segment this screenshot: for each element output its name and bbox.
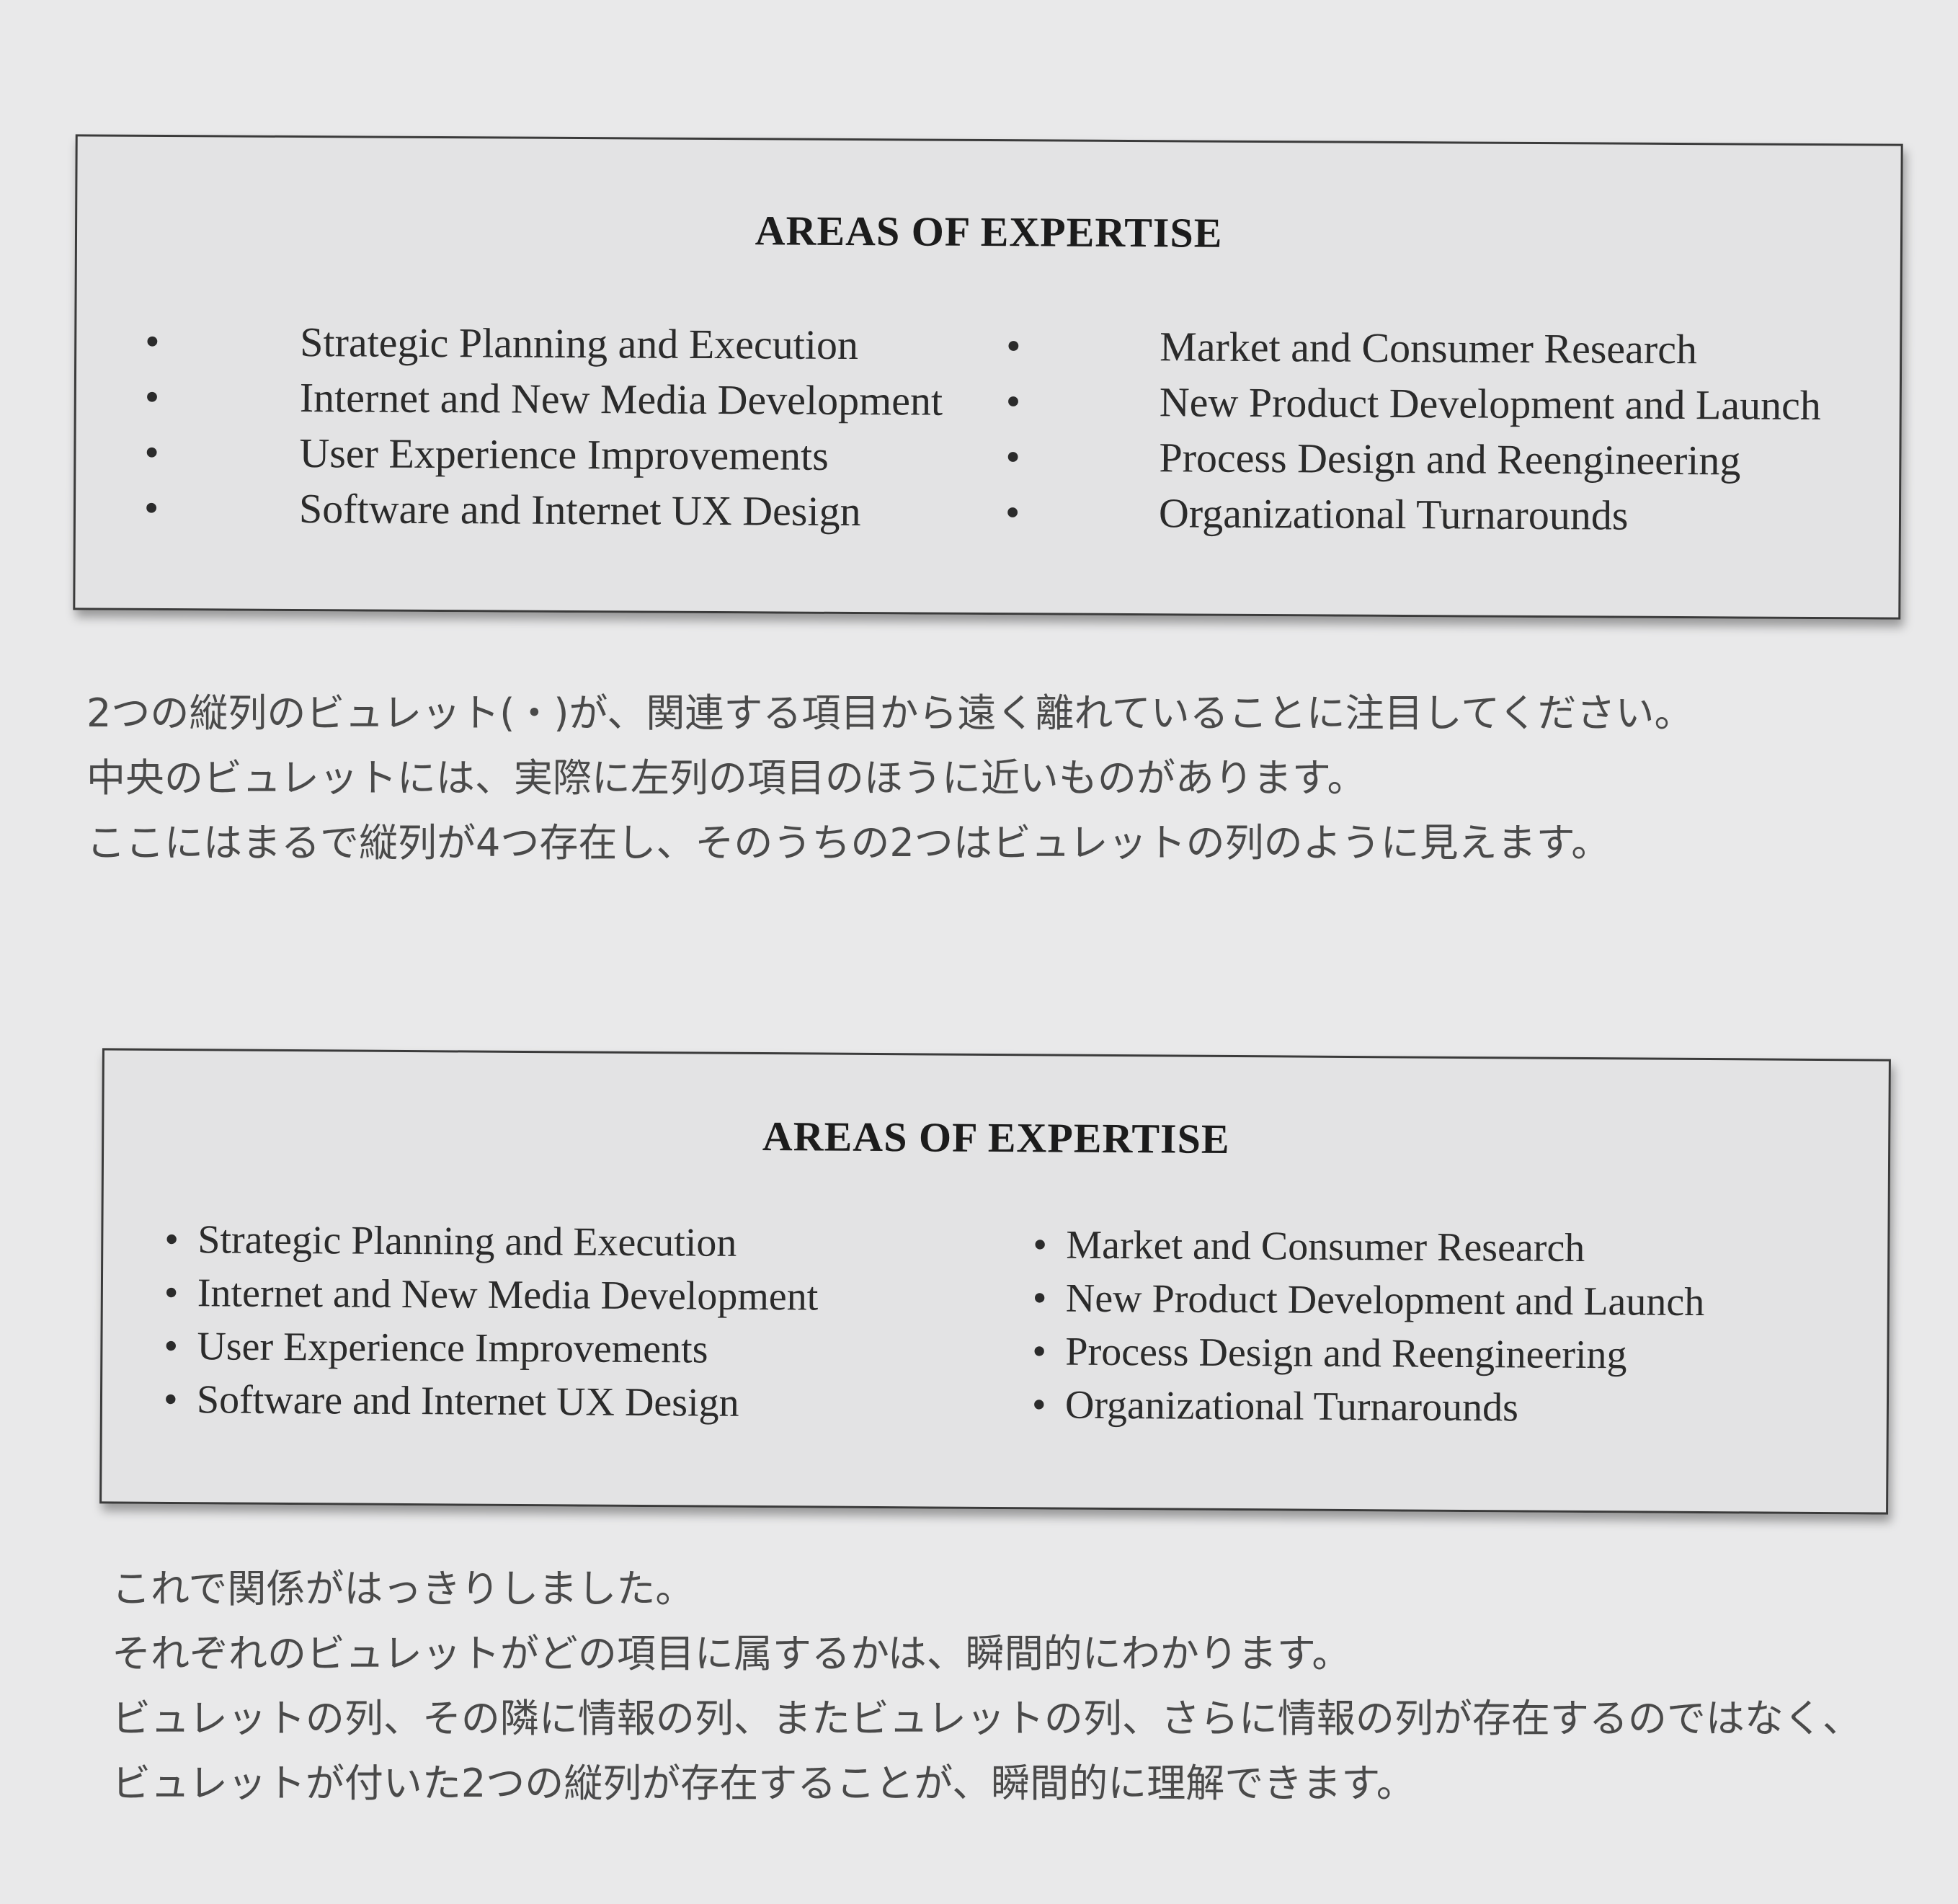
list-item: • Strategic Planning and Execution — [164, 1213, 819, 1271]
caption-line: ビュレットの列、その隣に情報の列、またビュレットの列、さらに情報の列が存在するの… — [112, 1696, 1861, 1741]
list-item: • Market and Consumer Research — [1006, 318, 1821, 378]
caption-before: 2つの縦列のビュレット(・)が、関連する項目から遠く離れていることに注目してくだ… — [86, 681, 1693, 876]
bullet-icon: • — [1005, 378, 1021, 425]
bullet-icon: • — [163, 1376, 178, 1423]
bullet-icon: • — [144, 428, 159, 476]
list-item: • Organizational Turnarounds — [1005, 484, 1820, 544]
bullet-icon: • — [1005, 489, 1020, 536]
caption-line: ビュレットが付いた2つの縦列が存在することが、瞬間的に理解できます。 — [112, 1761, 1415, 1806]
list-item: • Market and Consumer Research — [1033, 1218, 1705, 1276]
bullet-icon: • — [1006, 322, 1021, 370]
caption-line: これで関係がはっきりしました。 — [112, 1566, 695, 1611]
caption-line: 中央のビュレットには、実際に左列の項目のほうに近いものがあります。 — [86, 755, 1366, 801]
bullet-icon: • — [1032, 1276, 1047, 1321]
bullet-icon: • — [1031, 1382, 1046, 1428]
caption-line: それぞれのビュレットがどの項目に属するかは、瞬間的にわかります。 — [112, 1631, 1351, 1676]
bullet-icon: • — [164, 1323, 179, 1369]
list-item: • Process Design and Reengineering — [1032, 1325, 1704, 1382]
bullet-icon: • — [143, 484, 159, 531]
list-item: • User Experience Improvements — [144, 424, 943, 484]
bullet-icon: • — [164, 1216, 179, 1263]
list-item: • Internet and New Media Development — [145, 369, 943, 429]
bullet-icon: • — [144, 373, 160, 420]
bullet-icon: • — [164, 1270, 179, 1316]
bullet-icon: • — [1005, 433, 1020, 481]
list-item: • Software and Internet UX Design — [144, 480, 943, 540]
list-item: • Strategic Planning and Execution — [145, 313, 943, 373]
bullet-icon: • — [145, 317, 160, 365]
list-item: • Process Design and Reengineering — [1005, 429, 1820, 489]
list-item: • New Product Development and Launch — [1006, 373, 1821, 433]
caption-line: 2つの縦列のビュレット(・)が、関連する項目から遠く離れていることに注目してくだ… — [86, 690, 1694, 736]
left-bullet-list: • Strategic Planning and Execution • Inter… — [144, 313, 943, 540]
expertise-box-after: AREAS OF EXPERTISE • Strategic Planning a… — [99, 1048, 1891, 1515]
bullet-icon: • — [1032, 1329, 1047, 1374]
list-item: • Internet and New Media Development — [164, 1266, 819, 1324]
list-item: • User Experience Improvements — [164, 1320, 818, 1377]
list-item: • Organizational Turnarounds — [1032, 1378, 1704, 1436]
left-bullet-list: • Strategic Planning and Execution • Inter… — [164, 1213, 819, 1431]
right-bullet-list: • Market and Consumer Research • New Produ… — [1032, 1218, 1705, 1436]
caption-after: これで関係がはっきりしました。 それぞれのビュレットがどの項目に属するかは、瞬間… — [112, 1557, 1861, 1816]
list-item: • Software and Internet UX Design — [164, 1373, 818, 1431]
bullet-icon: • — [1033, 1222, 1048, 1268]
right-bullet-list: • Market and Consumer Research • New Produ… — [1005, 318, 1822, 544]
list-item: • New Product Development and Launch — [1033, 1271, 1705, 1329]
box-title: AREAS OF EXPERTISE — [762, 1113, 1230, 1162]
expertise-box-before: AREAS OF EXPERTISE • Strategic Planning a… — [73, 134, 1903, 620]
caption-line: ここにはまるで縦列が4つ存在し、そのうちの2つはビュレットの列のように見えます。 — [86, 820, 1611, 866]
box-title: AREAS OF EXPERTISE — [755, 207, 1223, 257]
